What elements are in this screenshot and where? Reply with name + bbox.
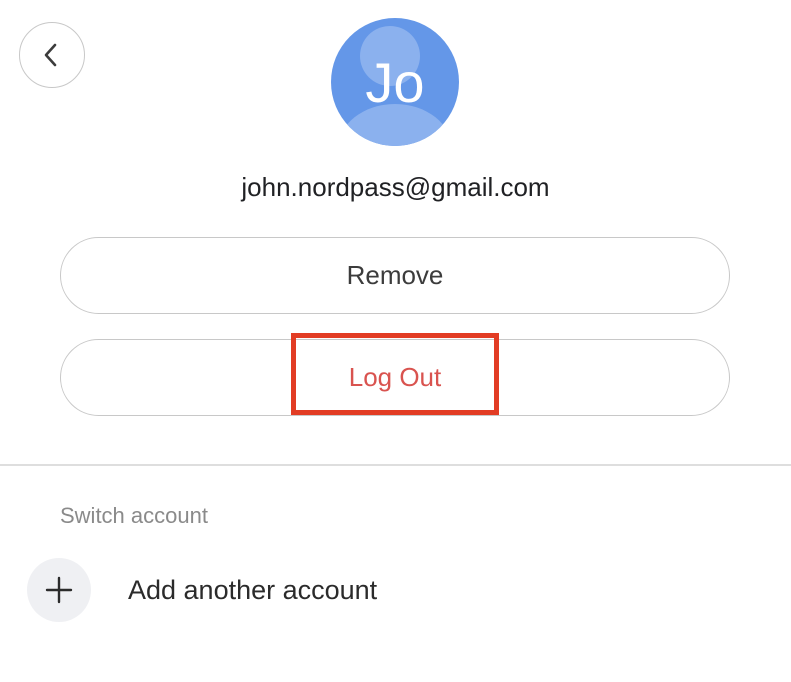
switch-account-label: Switch account	[60, 503, 208, 528]
log-out-button[interactable]: Log Out	[60, 339, 730, 416]
add-another-account-label: Add another account	[128, 574, 378, 605]
remove-button[interactable]: Remove	[60, 237, 730, 314]
avatar-initials: Jo	[365, 50, 425, 114]
plus-circle	[27, 558, 91, 622]
avatar: Jo	[331, 18, 459, 146]
add-another-account-button[interactable]: Add another account	[27, 558, 767, 622]
plus-icon	[45, 576, 73, 604]
divider	[0, 464, 791, 466]
account-email: john.nordpass@gmail.com	[241, 172, 550, 202]
back-button[interactable]	[19, 22, 85, 88]
account-page: Jo john.nordpass@gmail.com Remove Log Ou…	[0, 0, 791, 682]
chevron-left-icon	[44, 43, 57, 67]
